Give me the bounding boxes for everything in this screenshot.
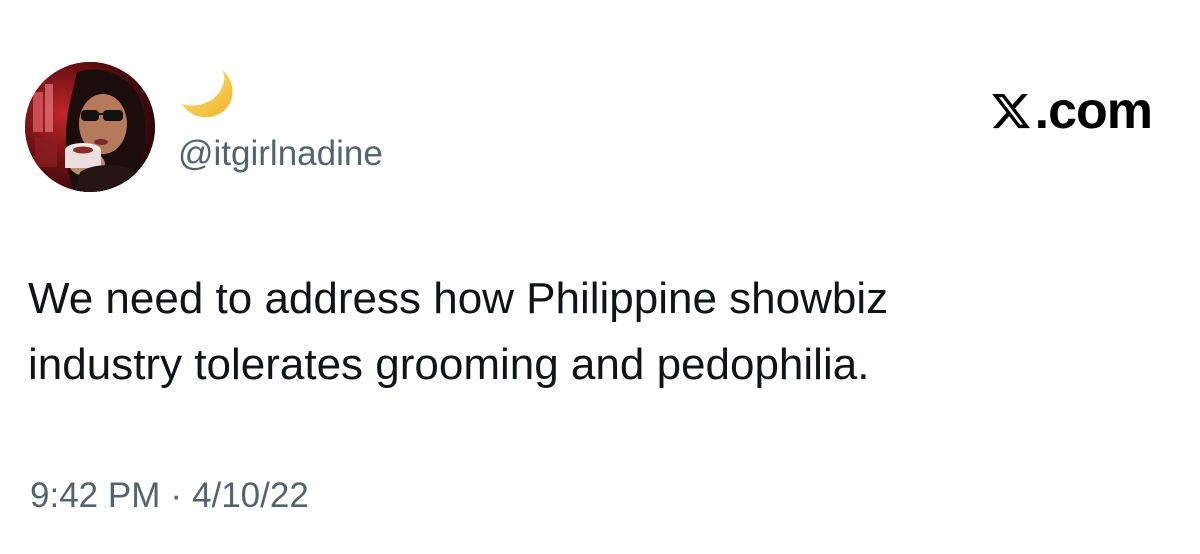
x-logo-icon — [991, 93, 1030, 129]
display-name[interactable] — [178, 68, 238, 120]
crescent-moon-emoji-icon — [182, 70, 233, 118]
tweet-text-line: We need to address how Philippine showbi… — [28, 274, 889, 323]
author-handle[interactable]: @itgirlnadine — [178, 132, 383, 176]
brand-watermark: .com — [989, 82, 1153, 140]
tweet-text: We need to address how Philippine showbi… — [28, 266, 1168, 398]
tweet-text-line: industry tolerates grooming and pedophil… — [28, 340, 870, 389]
avatar-image — [25, 62, 155, 192]
tweet-timestamp[interactable]: 9:42 PM · 4/10/22 — [30, 474, 309, 518]
tweet-card: @itgirlnadine .com We need to address ho… — [0, 0, 1200, 554]
avatar[interactable] — [25, 62, 155, 192]
timestamp-separator: · — [170, 476, 183, 515]
brand-domain-text: .com — [1034, 82, 1153, 140]
tweet-time: 9:42 PM — [30, 476, 161, 515]
tweet-date: 4/10/22 — [192, 476, 309, 515]
